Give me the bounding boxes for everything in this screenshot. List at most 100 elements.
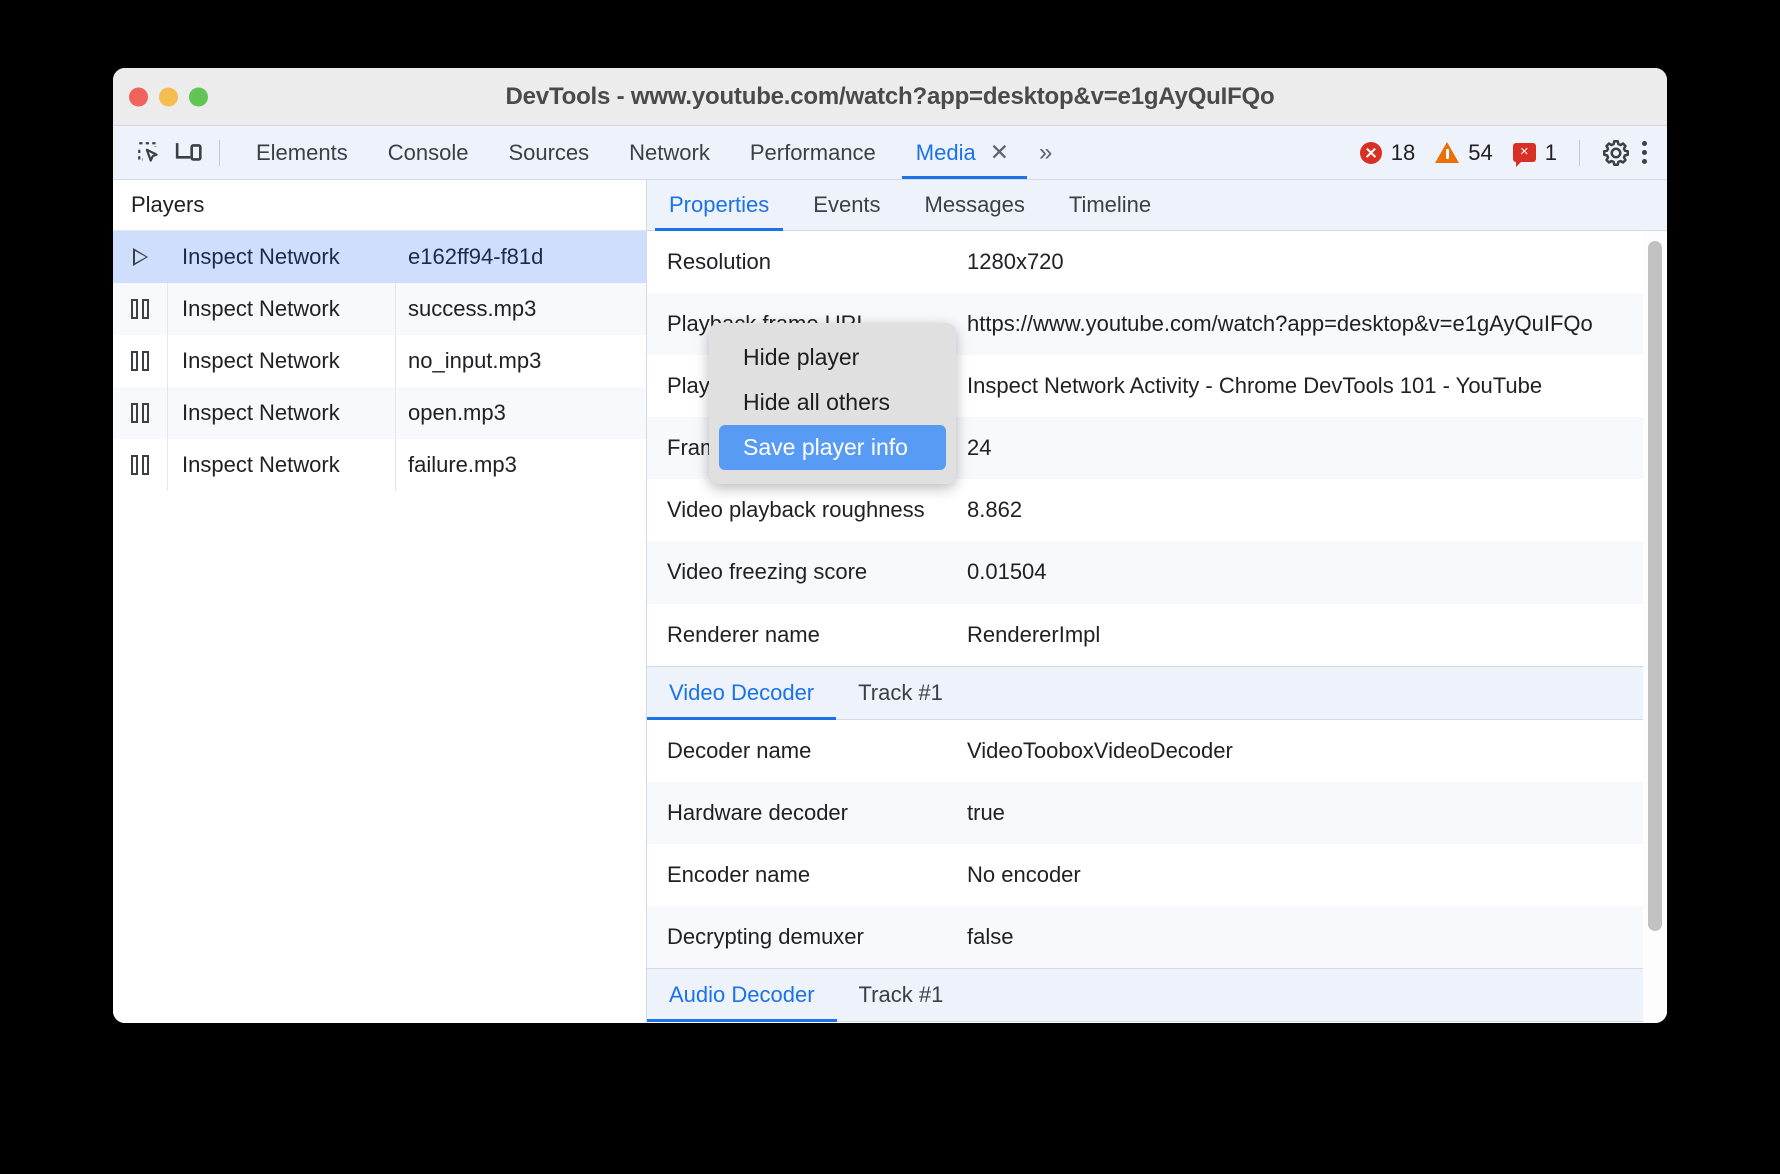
tab-sources[interactable]: Sources — [488, 126, 609, 179]
issue-icon — [1512, 140, 1536, 167]
property-value: 24 — [967, 435, 992, 461]
issue-count-label: 1 — [1544, 139, 1557, 165]
tab-sources-label: Sources — [508, 139, 590, 165]
tab-events[interactable]: Events — [791, 180, 902, 230]
property-row: Hardware decoder true — [647, 781, 1667, 844]
pause-icon — [113, 299, 167, 319]
tab-network-label: Network — [629, 139, 710, 165]
property-value: https://www.youtube.com/watch?app=deskto… — [967, 311, 1593, 337]
video-decoder-section-header: Video Decoder Track #1 — [647, 665, 1667, 720]
issue-count-badge[interactable]: 1 — [1512, 139, 1557, 167]
tab-video-decoder-label: Video Decoder — [669, 679, 815, 705]
property-key: Hardware decoder — [667, 799, 848, 825]
players-pane: Players Inspect Network e162ff94-f81d In… — [113, 180, 647, 1023]
player-id: e162ff94-f81d — [408, 244, 544, 269]
player-id: failure.mp3 — [395, 439, 646, 491]
tab-video-track-1-label: Track #1 — [858, 679, 943, 705]
pause-icon — [113, 455, 167, 475]
tab-messages-label: Messages — [924, 192, 1025, 217]
scrollbar-thumb[interactable] — [1648, 241, 1662, 931]
tab-media-label: Media — [915, 139, 976, 165]
property-row: Decrypting demuxer false — [647, 905, 1667, 969]
tab-video-decoder[interactable]: Video Decoder — [647, 667, 837, 720]
tab-console[interactable]: Console — [368, 126, 489, 179]
menu-item-hide-all-others[interactable]: Hide all others — [719, 380, 946, 425]
toolbar-divider-right — [1579, 139, 1580, 166]
tab-media[interactable]: Media ✕ — [896, 126, 1029, 179]
audio-decoder-section-header: Audio Decoder Track #1 — [647, 968, 1667, 1023]
property-row: Video freezing score 0.01504 — [647, 541, 1667, 604]
tab-console-label: Console — [387, 139, 469, 165]
error-count-badge[interactable]: 18 — [1359, 139, 1416, 166]
minimize-window-button[interactable] — [159, 87, 178, 106]
close-icon[interactable]: ✕ — [990, 141, 1009, 164]
kebab-menu-icon[interactable] — [1636, 141, 1653, 164]
close-window-button[interactable] — [129, 87, 148, 106]
property-row: Encoder name No encoder — [647, 843, 1667, 906]
devtools-toolbar: Elements Console Sources Network Perform… — [113, 126, 1667, 180]
tab-video-track-1[interactable]: Track #1 — [836, 667, 965, 719]
player-name: Inspect Network — [167, 439, 395, 491]
player-name: Inspect Network — [182, 244, 340, 269]
property-value: No encoder — [967, 861, 1081, 887]
toolbar-status-area: 18 54 1 — [1340, 134, 1653, 172]
tab-properties-label: Properties — [669, 192, 770, 217]
menu-item-save-player-info[interactable]: Save player info — [719, 425, 946, 470]
tab-audio-decoder[interactable]: Audio Decoder — [647, 969, 837, 1023]
tab-messages[interactable]: Messages — [903, 180, 1047, 230]
tab-elements-label: Elements — [256, 139, 348, 165]
window-title: DevTools - www.youtube.com/watch?app=des… — [505, 82, 1275, 110]
maximize-window-button[interactable] — [189, 87, 208, 106]
property-value: Inspect Network Activity - Chrome DevToo… — [967, 373, 1543, 399]
tab-timeline-label: Timeline — [1068, 192, 1152, 217]
player-name: Inspect Network — [167, 335, 395, 387]
tab-elements[interactable]: Elements — [236, 126, 368, 179]
player-name: Inspect Network — [167, 283, 395, 335]
player-name: Inspect Network — [167, 387, 395, 439]
warning-count-label: 54 — [1468, 139, 1493, 165]
player-list-item[interactable]: Inspect Network e162ff94-f81d — [113, 231, 646, 283]
player-list-item[interactable]: Inspect Network open.mp3 — [113, 387, 646, 439]
player-list-item[interactable]: Inspect Network no_input.mp3 — [113, 335, 646, 387]
details-pane: Properties Events Messages Timeline Reso… — [647, 180, 1667, 1023]
player-id: no_input.mp3 — [395, 335, 646, 387]
toolbar-divider — [219, 139, 220, 166]
player-list-item[interactable]: Inspect Network failure.mp3 — [113, 439, 646, 491]
error-icon — [1359, 141, 1382, 164]
tab-performance[interactable]: Performance — [730, 126, 896, 179]
inspect-element-icon[interactable] — [129, 134, 169, 172]
player-context-menu: Hide player Hide all others Save player … — [709, 323, 956, 484]
error-count-label: 18 — [1390, 139, 1416, 165]
properties-scrollbar[interactable] — [1643, 231, 1667, 1023]
warning-count-badge[interactable]: 54 — [1435, 139, 1493, 166]
pause-icon — [113, 403, 167, 423]
tab-timeline[interactable]: Timeline — [1047, 180, 1173, 230]
panel-tab-strip: Elements Console Sources Network Perform… — [236, 126, 1062, 179]
warning-icon — [1435, 142, 1460, 163]
device-toolbar-icon[interactable] — [169, 134, 209, 172]
property-row: Video playback roughness 8.862 — [647, 479, 1667, 542]
tab-audio-track-1[interactable]: Track #1 — [837, 969, 966, 1021]
tab-properties[interactable]: Properties — [647, 180, 791, 231]
tab-network[interactable]: Network — [609, 126, 730, 179]
property-value: RendererImpl — [967, 621, 1101, 647]
property-value: false — [967, 923, 1014, 949]
tab-events-label: Events — [813, 192, 881, 217]
gear-icon[interactable] — [1596, 134, 1636, 172]
menu-item-hide-player[interactable]: Hide player — [719, 335, 946, 380]
property-row: Decoder name VideoTooboxVideoDecoder — [647, 719, 1667, 782]
tab-audio-track-1-label: Track #1 — [858, 982, 944, 1008]
player-id: open.mp3 — [395, 387, 646, 439]
details-tab-strip: Properties Events Messages Timeline — [647, 180, 1667, 231]
property-key: Encoder name — [667, 861, 811, 887]
more-tabs-icon[interactable]: » — [1029, 126, 1062, 179]
tab-performance-label: Performance — [749, 139, 876, 165]
property-value: 8.862 — [967, 497, 1023, 523]
property-value: 0.01504 — [967, 559, 1047, 585]
property-key: Renderer name — [667, 621, 820, 647]
property-value: 1280x720 — [967, 249, 1064, 274]
property-key: Resolution — [667, 249, 771, 274]
player-list-item[interactable]: Inspect Network success.mp3 — [113, 283, 646, 335]
kebab-dot — [1642, 141, 1647, 146]
property-key: Video playback roughness — [667, 497, 925, 523]
